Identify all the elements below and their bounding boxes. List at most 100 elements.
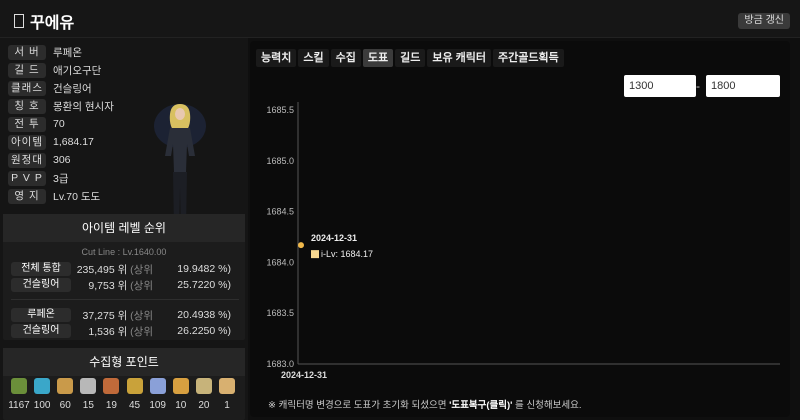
ranking-rank: 235,495 위 [76,263,128,276]
ranking-row: 루페온 37,275 위 (상위 20.4938 %) [11,308,239,322]
collection-count: 15 [82,400,94,411]
refresh-button[interactable]: 방금 갱신 [738,13,790,29]
collection-count: 20 [198,400,210,411]
chart-panel: 능력치 스킬 수집 도표 길드 보유 캐릭터 주간골드획득 1300 - 1800 1685… [250,41,790,417]
island-heart-icon [11,378,27,394]
profile-label: 서 버 [8,44,46,60]
profile-value: 건슬링어 [53,82,92,95]
collection-item[interactable]: 60 [54,378,76,411]
collection-count: 100 [33,400,51,411]
profile-value: 306 [53,154,71,166]
y-tick-label: 1684.5 [266,207,294,217]
ranking-rank: 37,275 위 [82,309,128,322]
tooltip-date: 2024-12-31 [311,233,357,243]
ranking-rank: 1,536 위 [88,325,128,338]
x-tick-label: 2024-12-31 [281,370,327,380]
profile-label: 클래스 [8,80,46,96]
ranking-divider [11,299,239,300]
collection-count: 10 [175,400,187,411]
profile-row: P V P 3급 [8,170,69,186]
ranking-top-label: (상위 [130,325,153,338]
ranking-row: 전체 통합 235,495 위 (상위 19.9482 %) [11,262,239,276]
collection-item[interactable]: 100 [31,378,53,411]
bookmark-icon[interactable] [14,14,24,28]
data-point [298,242,304,249]
note-prefix: ※ 캐릭터명 변경으로 도표가 초기화 되셨으면 [268,400,450,411]
ranking-top-label: (상위 [130,279,153,292]
profile-label: 칭 호 [8,98,46,114]
collection-title: 수집형 포인트 [3,348,245,376]
collection-item[interactable]: 10 [170,378,192,411]
ranking-label: 루페온 [11,308,71,322]
collection-count: 45 [128,400,141,411]
world-tree-leaf-icon [149,378,166,394]
profile-label: 길 드 [8,62,46,78]
ranking-row: 건슬링어 9,753 위 (상위 25.7220 %) [11,278,239,292]
collection-count: 109 [149,400,166,411]
ranking-label: 건슬링어 [11,324,71,338]
collection-item[interactable]: 15 [77,378,99,411]
profile-value: Lv.70 도도 [53,190,101,203]
ranking-top-label: (상위 [130,309,153,322]
y-tick-label: 1684.0 [266,257,294,267]
ranking-top-label: (상위 [130,263,153,276]
ranking-label: 건슬링어 [11,278,71,292]
collection-count: 19 [105,400,117,411]
orpheus-icon [195,378,212,394]
voyage-icon [218,378,235,394]
y-tick-label: 1683.5 [266,308,294,318]
item-level-chart: 1685.51685.01684.51684.01683.51683.02024… [266,102,780,380]
ranking-percent: 20.4938 %) [177,309,231,321]
profile-label: 원정대 [8,152,46,168]
cut-line: Cut Line : Lv.1640.00 [81,247,167,257]
collection-count: 60 [59,400,71,411]
ranking-percent: 26.2250 %) [177,325,231,337]
collection-count: 1 [224,400,230,411]
character-name: 꾸에유 [30,15,75,32]
profile-row: 칭 호 몽환의 현시자 [8,98,114,114]
ranking-title: 아이템 레벨 순위 [3,214,245,242]
ranking-position: 1,536 위 (상위 [88,324,153,339]
chart-note: ※ 캐릭터명 변경으로 도표가 초기화 되셨으면 '도표복구(클릭)' 를 신청… [268,397,582,411]
ranking-box: 아이템 레벨 순위 Cut Line : Lv.1640.00 전체 통합 235… [3,214,245,340]
collection-count: 1167 [8,400,30,411]
collection-item[interactable]: 109 [147,378,169,411]
profile-row: 아이템 1,684.17 [8,134,94,150]
profile-value: 70 [53,118,65,130]
ranking-position: 37,275 위 (상위 [83,308,153,323]
collection-item[interactable]: 1167 [8,378,30,411]
profile-value: 루페온 [53,46,82,59]
collection-item[interactable]: 45 [124,378,146,411]
y-tick-label: 1685.5 [266,105,294,115]
top-bar: 꾸에유 방금 갱신 [0,0,800,38]
ranking-label: 전체 통합 [11,262,71,276]
restore-chart-link[interactable]: '도표복구(클릭)' [449,400,512,411]
profile-row: 클래스 건슬링어 [8,80,92,96]
collection-item[interactable]: 20 [193,378,215,411]
collection-item[interactable]: 19 [100,378,122,411]
ranking-percent: 19.9482 %) [177,263,231,275]
profile-row: 길 드 애기오구단 [8,62,101,78]
ranking-position: 9,753 위 (상위 [88,278,153,293]
collection-item[interactable]: 1 [216,378,238,411]
art-piece-icon [80,378,97,394]
profile-value: 3급 [53,172,69,185]
profile-row: 서 버 루페온 [8,44,82,60]
profile-label: 전 투 [8,116,46,132]
y-tick-label: 1683.0 [266,359,294,369]
ranking-percent: 25.7220 %) [177,279,231,291]
profile-value: 몽환의 현시자 [53,100,114,113]
profile-panel: 서 버 루페온 길 드 애기오구단 클래스 건슬링어 칭 호 몽환의 현시자 전 투 70 아이템 1… [0,38,248,420]
profile-label: P V P [8,170,46,186]
orpheus-star-icon [34,378,51,394]
character-title: 꾸에유 [14,9,74,33]
ranking-row: 건슬링어 1,536 위 (상위 26.2250 %) [11,324,239,338]
profile-value: 1,684.17 [53,136,94,148]
profile-label: 영 지 [8,188,46,204]
profile-row: 영 지 Lv.70 도도 [8,188,100,204]
ranking-rank: 9,753 위 [88,279,128,292]
note-suffix: 를 신청해보세요. [512,400,582,411]
y-tick-label: 1685.0 [266,156,294,166]
collection-list: 1167 100 60 15 19 45 109 10 20 1 [8,378,238,411]
profile-label: 아이템 [8,134,46,150]
